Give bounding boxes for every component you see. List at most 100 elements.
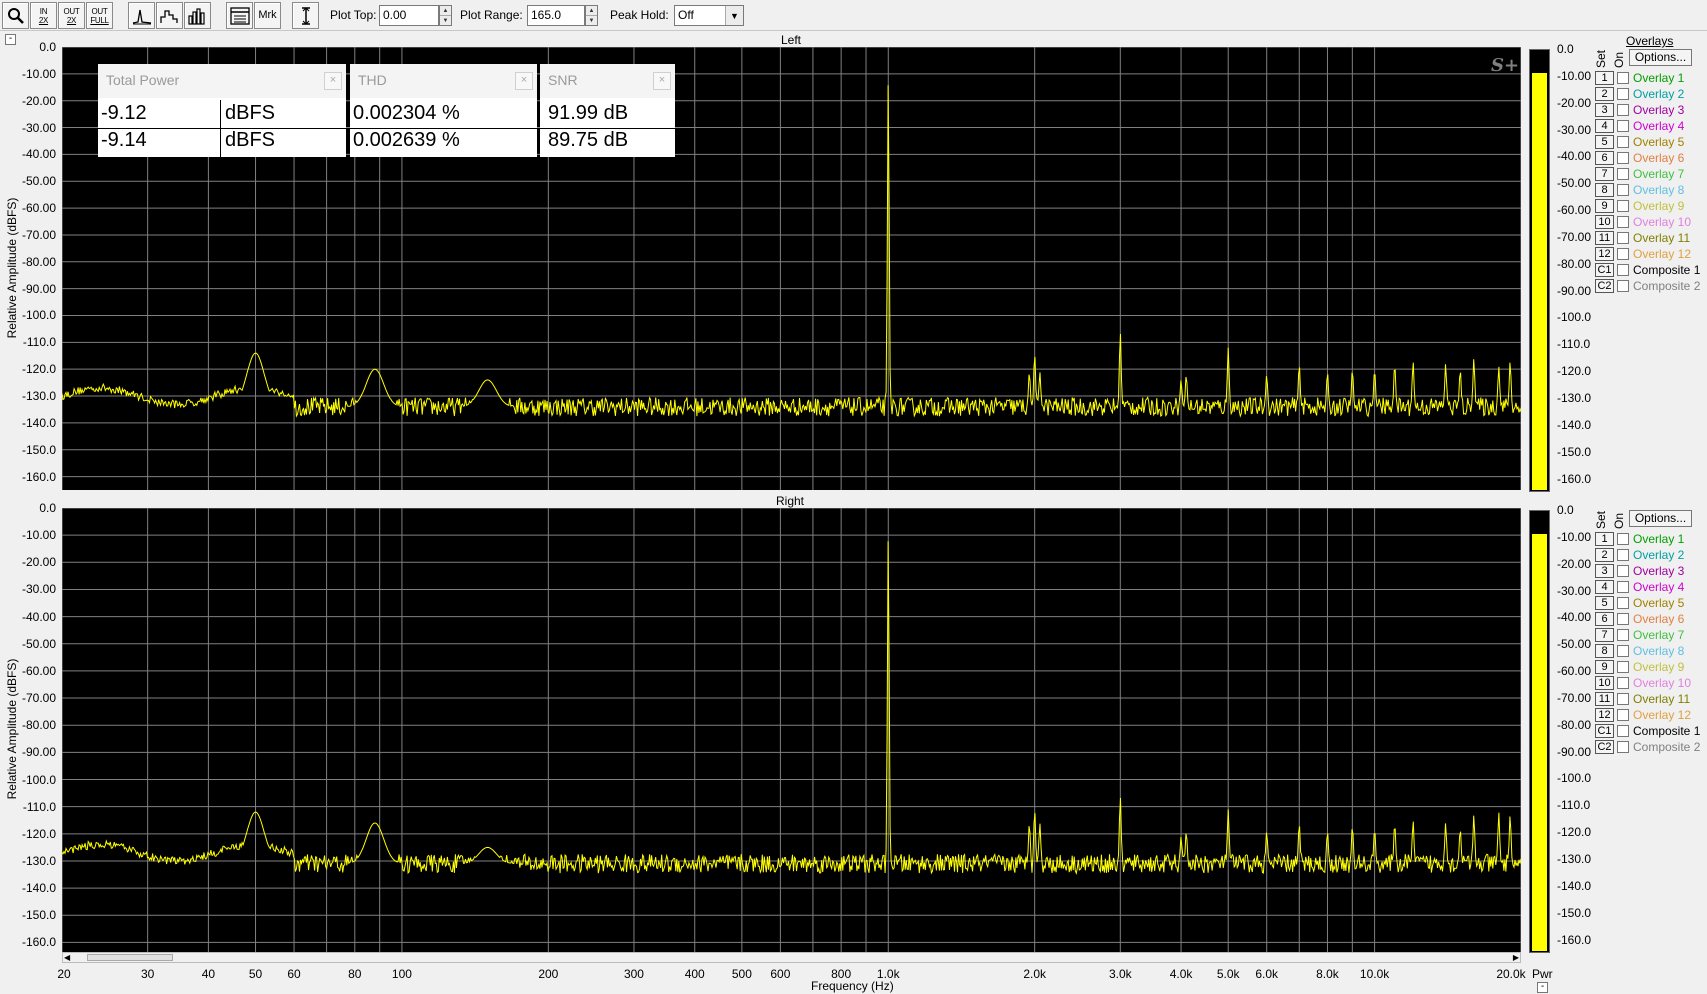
overlay-on-checkbox[interactable] [1617, 565, 1629, 577]
close-icon[interactable]: × [324, 72, 342, 90]
overlay-on-checkbox[interactable] [1617, 741, 1629, 753]
overlay-name: Composite 1 [1633, 724, 1701, 738]
overlay-set-button[interactable]: C1 [1595, 724, 1614, 738]
overlay-on-checkbox[interactable] [1617, 104, 1629, 116]
overlay-set-button[interactable]: C2 [1595, 279, 1614, 293]
overlay-set-button[interactable]: 1 [1595, 532, 1614, 546]
overlay-set-button[interactable]: 2 [1595, 548, 1614, 562]
collapse-bottom-button[interactable]: - [1537, 982, 1548, 993]
overlay-set-button[interactable]: 4 [1595, 580, 1614, 594]
overlay-set-button[interactable]: 8 [1595, 183, 1614, 197]
overlay-on-checkbox[interactable] [1617, 248, 1629, 260]
overlay-set-button[interactable]: 12 [1595, 708, 1614, 722]
overlay-on-checkbox[interactable] [1617, 725, 1629, 737]
overlay-on-checkbox[interactable] [1617, 533, 1629, 545]
overlay-on-checkbox[interactable] [1617, 693, 1629, 705]
overlay-on-checkbox[interactable] [1617, 216, 1629, 228]
snr-box[interactable]: SNR × 91.99 dB 89.75 dB [540, 64, 675, 157]
overlay-on-checkbox[interactable] [1617, 88, 1629, 100]
options-button-left[interactable]: Options... [1629, 49, 1692, 66]
overlay-set-button[interactable]: 12 [1595, 247, 1614, 261]
meter-tick-label: -10.00 [1557, 68, 1592, 83]
view-bars-button[interactable] [184, 2, 211, 29]
overlay-set-button[interactable]: 10 [1595, 676, 1614, 690]
overlay-on-checkbox[interactable] [1617, 200, 1629, 212]
total-power-box[interactable]: Total Power × -9.12 dBFS -9.14 dBFS [98, 64, 346, 157]
cursor-button[interactable] [292, 2, 319, 29]
close-icon[interactable]: × [653, 72, 671, 90]
out-2x-button[interactable]: OUT 2X [58, 2, 85, 29]
plot-top-spinner[interactable]: ▲ ▼ [439, 5, 452, 26]
view-line-button[interactable] [128, 2, 155, 29]
horizontal-scrollbar[interactable]: ◀ ▶ [62, 952, 1521, 963]
meter-tick-label: -80.00 [1557, 256, 1592, 271]
overlay-on-checkbox[interactable] [1617, 709, 1629, 721]
overlay-on-checkbox[interactable] [1617, 72, 1629, 84]
y-tick-label: 0.0 [39, 501, 56, 515]
overlay-on-checkbox[interactable] [1617, 581, 1629, 593]
overlay-on-checkbox[interactable] [1617, 629, 1629, 641]
close-icon[interactable]: × [515, 72, 533, 90]
plot-range-spinner[interactable]: ▲ ▼ [585, 5, 598, 26]
overlay-on-checkbox[interactable] [1617, 264, 1629, 276]
overlay-set-button[interactable]: 4 [1595, 119, 1614, 133]
window-button[interactable] [226, 2, 253, 29]
overlay-set-button[interactable]: 5 [1595, 135, 1614, 149]
overlay-on-checkbox[interactable] [1617, 645, 1629, 657]
scroll-left-icon[interactable]: ◀ [64, 953, 70, 962]
overlay-on-checkbox[interactable] [1617, 677, 1629, 689]
overlay-on-checkbox[interactable] [1617, 597, 1629, 609]
y-tick-label: -140.0 [21, 881, 56, 896]
overlay-on-checkbox[interactable] [1617, 232, 1629, 244]
overlay-on-checkbox[interactable] [1617, 184, 1629, 196]
overlay-set-button[interactable]: 5 [1595, 596, 1614, 610]
overlay-set-button[interactable]: 7 [1595, 628, 1614, 642]
overlay-set-button[interactable]: 3 [1595, 103, 1614, 117]
overlay-set-button[interactable]: 9 [1595, 660, 1614, 674]
options-button-right[interactable]: Options... [1629, 510, 1692, 527]
y-tick-label: -130.0 [21, 853, 56, 868]
meter-tick-label: -30.00 [1557, 122, 1592, 137]
zoom-button[interactable] [2, 2, 29, 29]
overlay-set-button[interactable]: 9 [1595, 199, 1614, 213]
right-spectrum-plot[interactable] [62, 508, 1521, 956]
overlay-on-checkbox[interactable] [1617, 120, 1629, 132]
overlay-set-button[interactable]: 11 [1595, 692, 1614, 706]
overlay-set-button[interactable]: 1 [1595, 71, 1614, 85]
bar-spectrum-icon [187, 7, 205, 25]
overlay-set-button[interactable]: 2 [1595, 87, 1614, 101]
scroll-thumb[interactable] [87, 954, 173, 961]
overlay-on-checkbox[interactable] [1617, 661, 1629, 673]
overlay-set-button[interactable]: 8 [1595, 644, 1614, 658]
overlay-set-button[interactable]: 3 [1595, 564, 1614, 578]
overlay-on-checkbox[interactable] [1617, 152, 1629, 164]
thd-box[interactable]: THD × 0.002304 % 0.002639 % [350, 64, 537, 157]
s-plus-badge: S+ [1491, 55, 1519, 76]
overlay-on-checkbox[interactable] [1617, 136, 1629, 148]
overlay-set-button[interactable]: 6 [1595, 612, 1614, 626]
overlay-set-button[interactable]: 6 [1595, 151, 1614, 165]
overlay-set-button[interactable]: 10 [1595, 215, 1614, 229]
x-tick-label: 50 [248, 967, 263, 981]
out-full-button[interactable]: OUT FULL [86, 2, 113, 29]
overlay-set-button[interactable]: C1 [1595, 263, 1614, 277]
spin-up-icon: ▲ [440, 6, 451, 16]
markers-button[interactable]: Mrk [254, 2, 281, 29]
in-2x-button[interactable]: IN 2X [30, 2, 57, 29]
overlay-name: Overlay 4 [1633, 580, 1685, 594]
chevron-down-icon[interactable]: ▼ [725, 6, 743, 25]
overlay-on-checkbox[interactable] [1617, 549, 1629, 561]
overlay-set-button[interactable]: 7 [1595, 167, 1614, 181]
overlays-title: Overlays [1626, 34, 1674, 48]
scroll-right-icon[interactable]: ▶ [1513, 953, 1519, 962]
overlay-on-checkbox[interactable] [1617, 168, 1629, 180]
overlay-set-button[interactable]: C2 [1595, 740, 1614, 754]
x-tick-label: 40 [201, 967, 216, 981]
overlay-on-checkbox[interactable] [1617, 613, 1629, 625]
view-step-button[interactable] [156, 2, 183, 29]
overlay-set-button[interactable]: 11 [1595, 231, 1614, 245]
set-label: Set [1594, 49, 1608, 68]
plot-top-input[interactable]: 0.00 [379, 5, 439, 26]
plot-range-input[interactable]: 165.0 [527, 5, 585, 26]
overlay-on-checkbox[interactable] [1617, 280, 1629, 292]
